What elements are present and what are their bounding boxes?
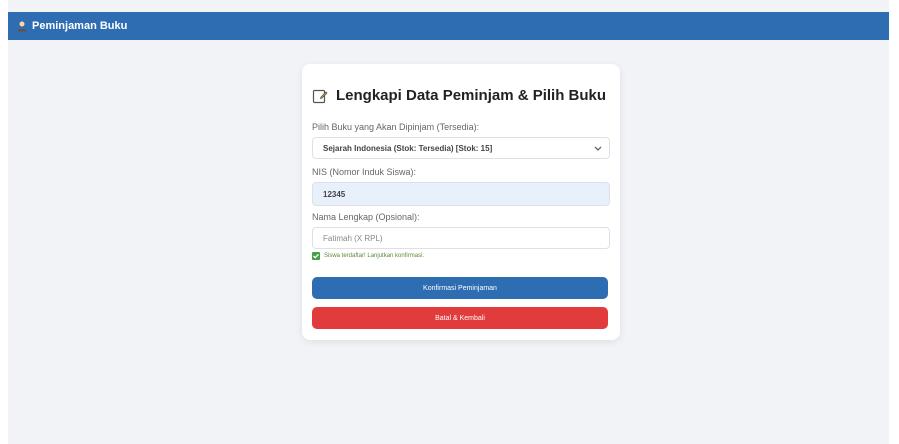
form-title-text: Lengkapi Data Peminjam & Pilih Buku	[336, 87, 607, 104]
name-value: Fatimah (X RPL)	[323, 233, 383, 243]
name-label: Nama Lengkap (Opsional):	[312, 212, 420, 222]
note-edit-icon	[312, 88, 328, 104]
confirm-loan-button[interactable]: Konfirmasi Peminjaman	[312, 277, 608, 299]
user-icon	[16, 20, 28, 32]
right-margin	[889, 0, 899, 444]
nis-input[interactable]: 12345	[312, 182, 610, 206]
nis-value: 12345	[323, 189, 346, 199]
check-icon	[312, 252, 320, 260]
form-title: Lengkapi Data Peminjam & Pilih Buku	[312, 87, 610, 104]
chevron-down-icon	[593, 143, 603, 153]
cancel-back-button[interactable]: Batal & Kembali	[312, 307, 608, 329]
app-title: Peminjaman Buku	[32, 20, 128, 32]
form-card: Lengkapi Data Peminjam & Pilih Buku Pili…	[302, 64, 620, 340]
nis-label: NIS (Nomor Induk Siswa):	[312, 167, 417, 177]
name-input[interactable]: Fatimah (X RPL)	[312, 227, 610, 249]
book-selected-value: Sejarah Indonesia (Stok: Tersedia) [Stok…	[323, 143, 493, 153]
book-label: Pilih Buku yang Akan Dipinjam (Tersedia)…	[312, 122, 480, 132]
book-select[interactable]: Sejarah Indonesia (Stok: Tersedia) [Stok…	[312, 137, 610, 159]
app-root: Peminjaman Buku Lengkapi Data Peminjam &…	[0, 0, 899, 444]
verification-text: Siswa terdaftar! Lanjutkan konfirmasi.	[324, 253, 425, 259]
verification-status: Siswa terdaftar! Lanjutkan konfirmasi.	[312, 252, 424, 260]
top-navbar: Peminjaman Buku	[8, 12, 889, 40]
left-margin	[0, 0, 8, 444]
